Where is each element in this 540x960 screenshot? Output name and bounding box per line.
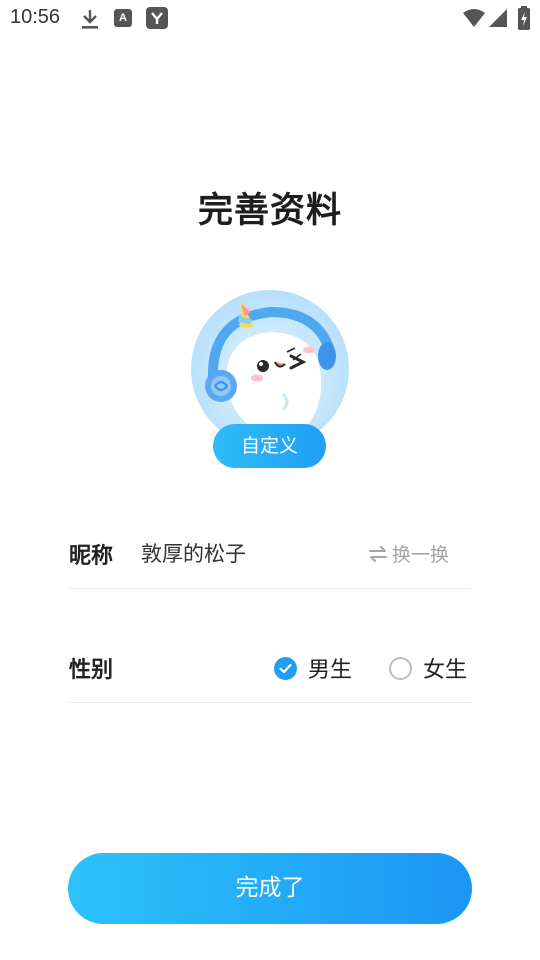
gender-male-label: 男生 bbox=[308, 658, 353, 683]
wifi-icon bbox=[462, 8, 486, 32]
page-title: 完善资料 bbox=[197, 191, 342, 231]
shuffle-label: 换一换 bbox=[391, 544, 449, 566]
gender-label: 性别 bbox=[69, 658, 114, 683]
radio-checked-icon bbox=[274, 656, 297, 680]
status-time: 10:56 bbox=[10, 6, 61, 28]
signal-icon bbox=[488, 8, 508, 32]
app-notification-icon bbox=[146, 7, 168, 29]
submit-button[interactable]: 完成了 bbox=[68, 853, 472, 924]
gender-row: 性别 男生 女生 bbox=[69, 634, 471, 703]
gender-female-label: 女生 bbox=[423, 658, 468, 683]
shuffle-nickname-button[interactable]: 换一换 bbox=[368, 540, 449, 567]
download-icon bbox=[80, 8, 100, 34]
gender-option-female[interactable]: 女生 bbox=[389, 652, 467, 684]
battery-charging-icon bbox=[517, 6, 531, 34]
nickname-row: 昵称 敦厚的松子 换一换 bbox=[69, 520, 471, 589]
swap-icon bbox=[368, 545, 388, 562]
a-notification-icon: A bbox=[114, 9, 132, 27]
nickname-label: 昵称 bbox=[69, 544, 114, 569]
nickname-value[interactable]: 敦厚的松子 bbox=[141, 538, 246, 568]
gender-option-male[interactable]: 男生 bbox=[274, 652, 352, 684]
status-bar: 10:56 A bbox=[0, 0, 540, 38]
radio-unchecked-icon bbox=[389, 656, 412, 680]
customize-avatar-button[interactable]: 自定义 bbox=[213, 424, 326, 468]
